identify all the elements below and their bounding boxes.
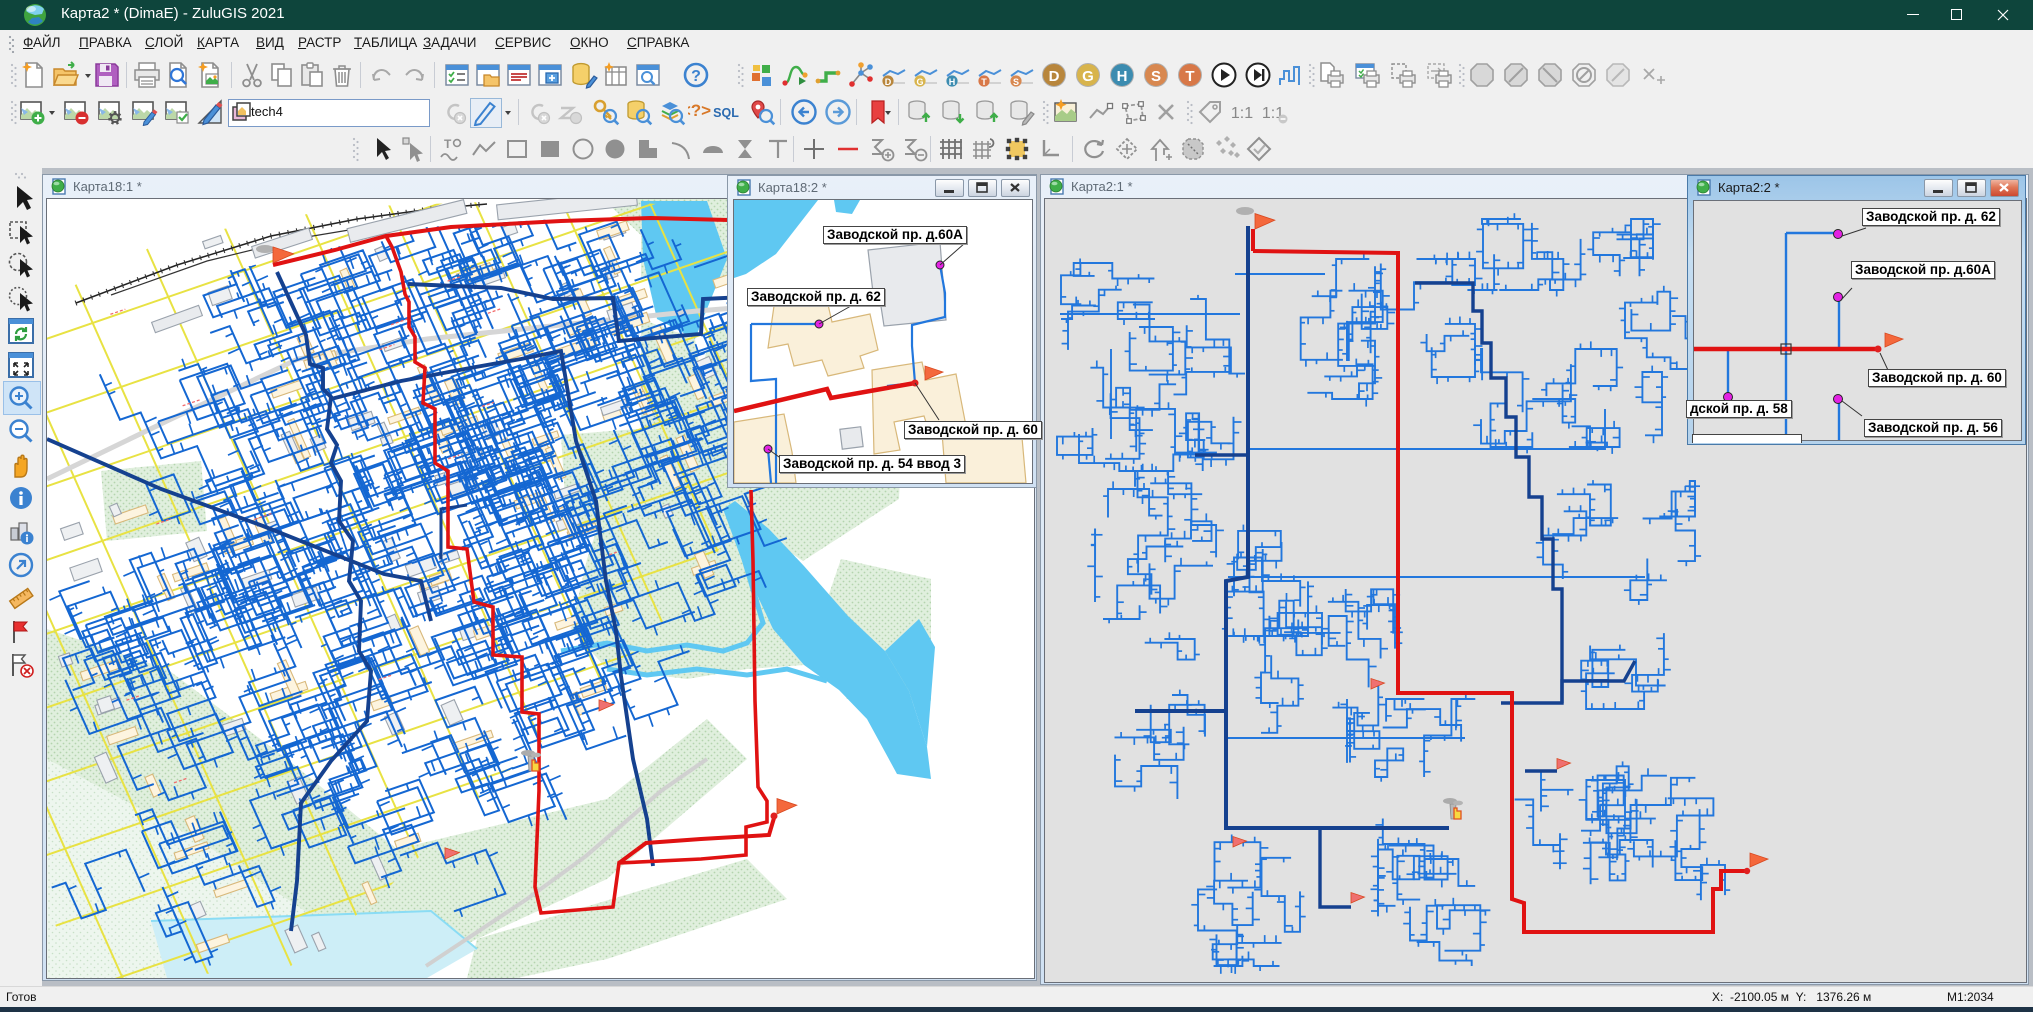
svg-text:T: T [1185, 68, 1194, 85]
svg-text:G: G [916, 77, 923, 87]
svg-text:H: H [949, 77, 956, 87]
svg-text:S: S [1151, 68, 1161, 85]
svg-text:H: H [1117, 68, 1128, 85]
svg-text:T: T [444, 137, 452, 151]
svg-text:D: D [1049, 68, 1060, 85]
svg-text:<?>: <?> [688, 101, 711, 120]
svg-text:S: S [1013, 77, 1019, 87]
svg-text:T: T [981, 77, 987, 87]
svg-text:D: D [885, 77, 892, 87]
svg-text:?: ? [691, 68, 701, 85]
svg-text:SQL: SQL [713, 106, 739, 120]
svg-text:1:1: 1:1 [1231, 105, 1253, 122]
svg-text:G: G [1082, 68, 1094, 85]
